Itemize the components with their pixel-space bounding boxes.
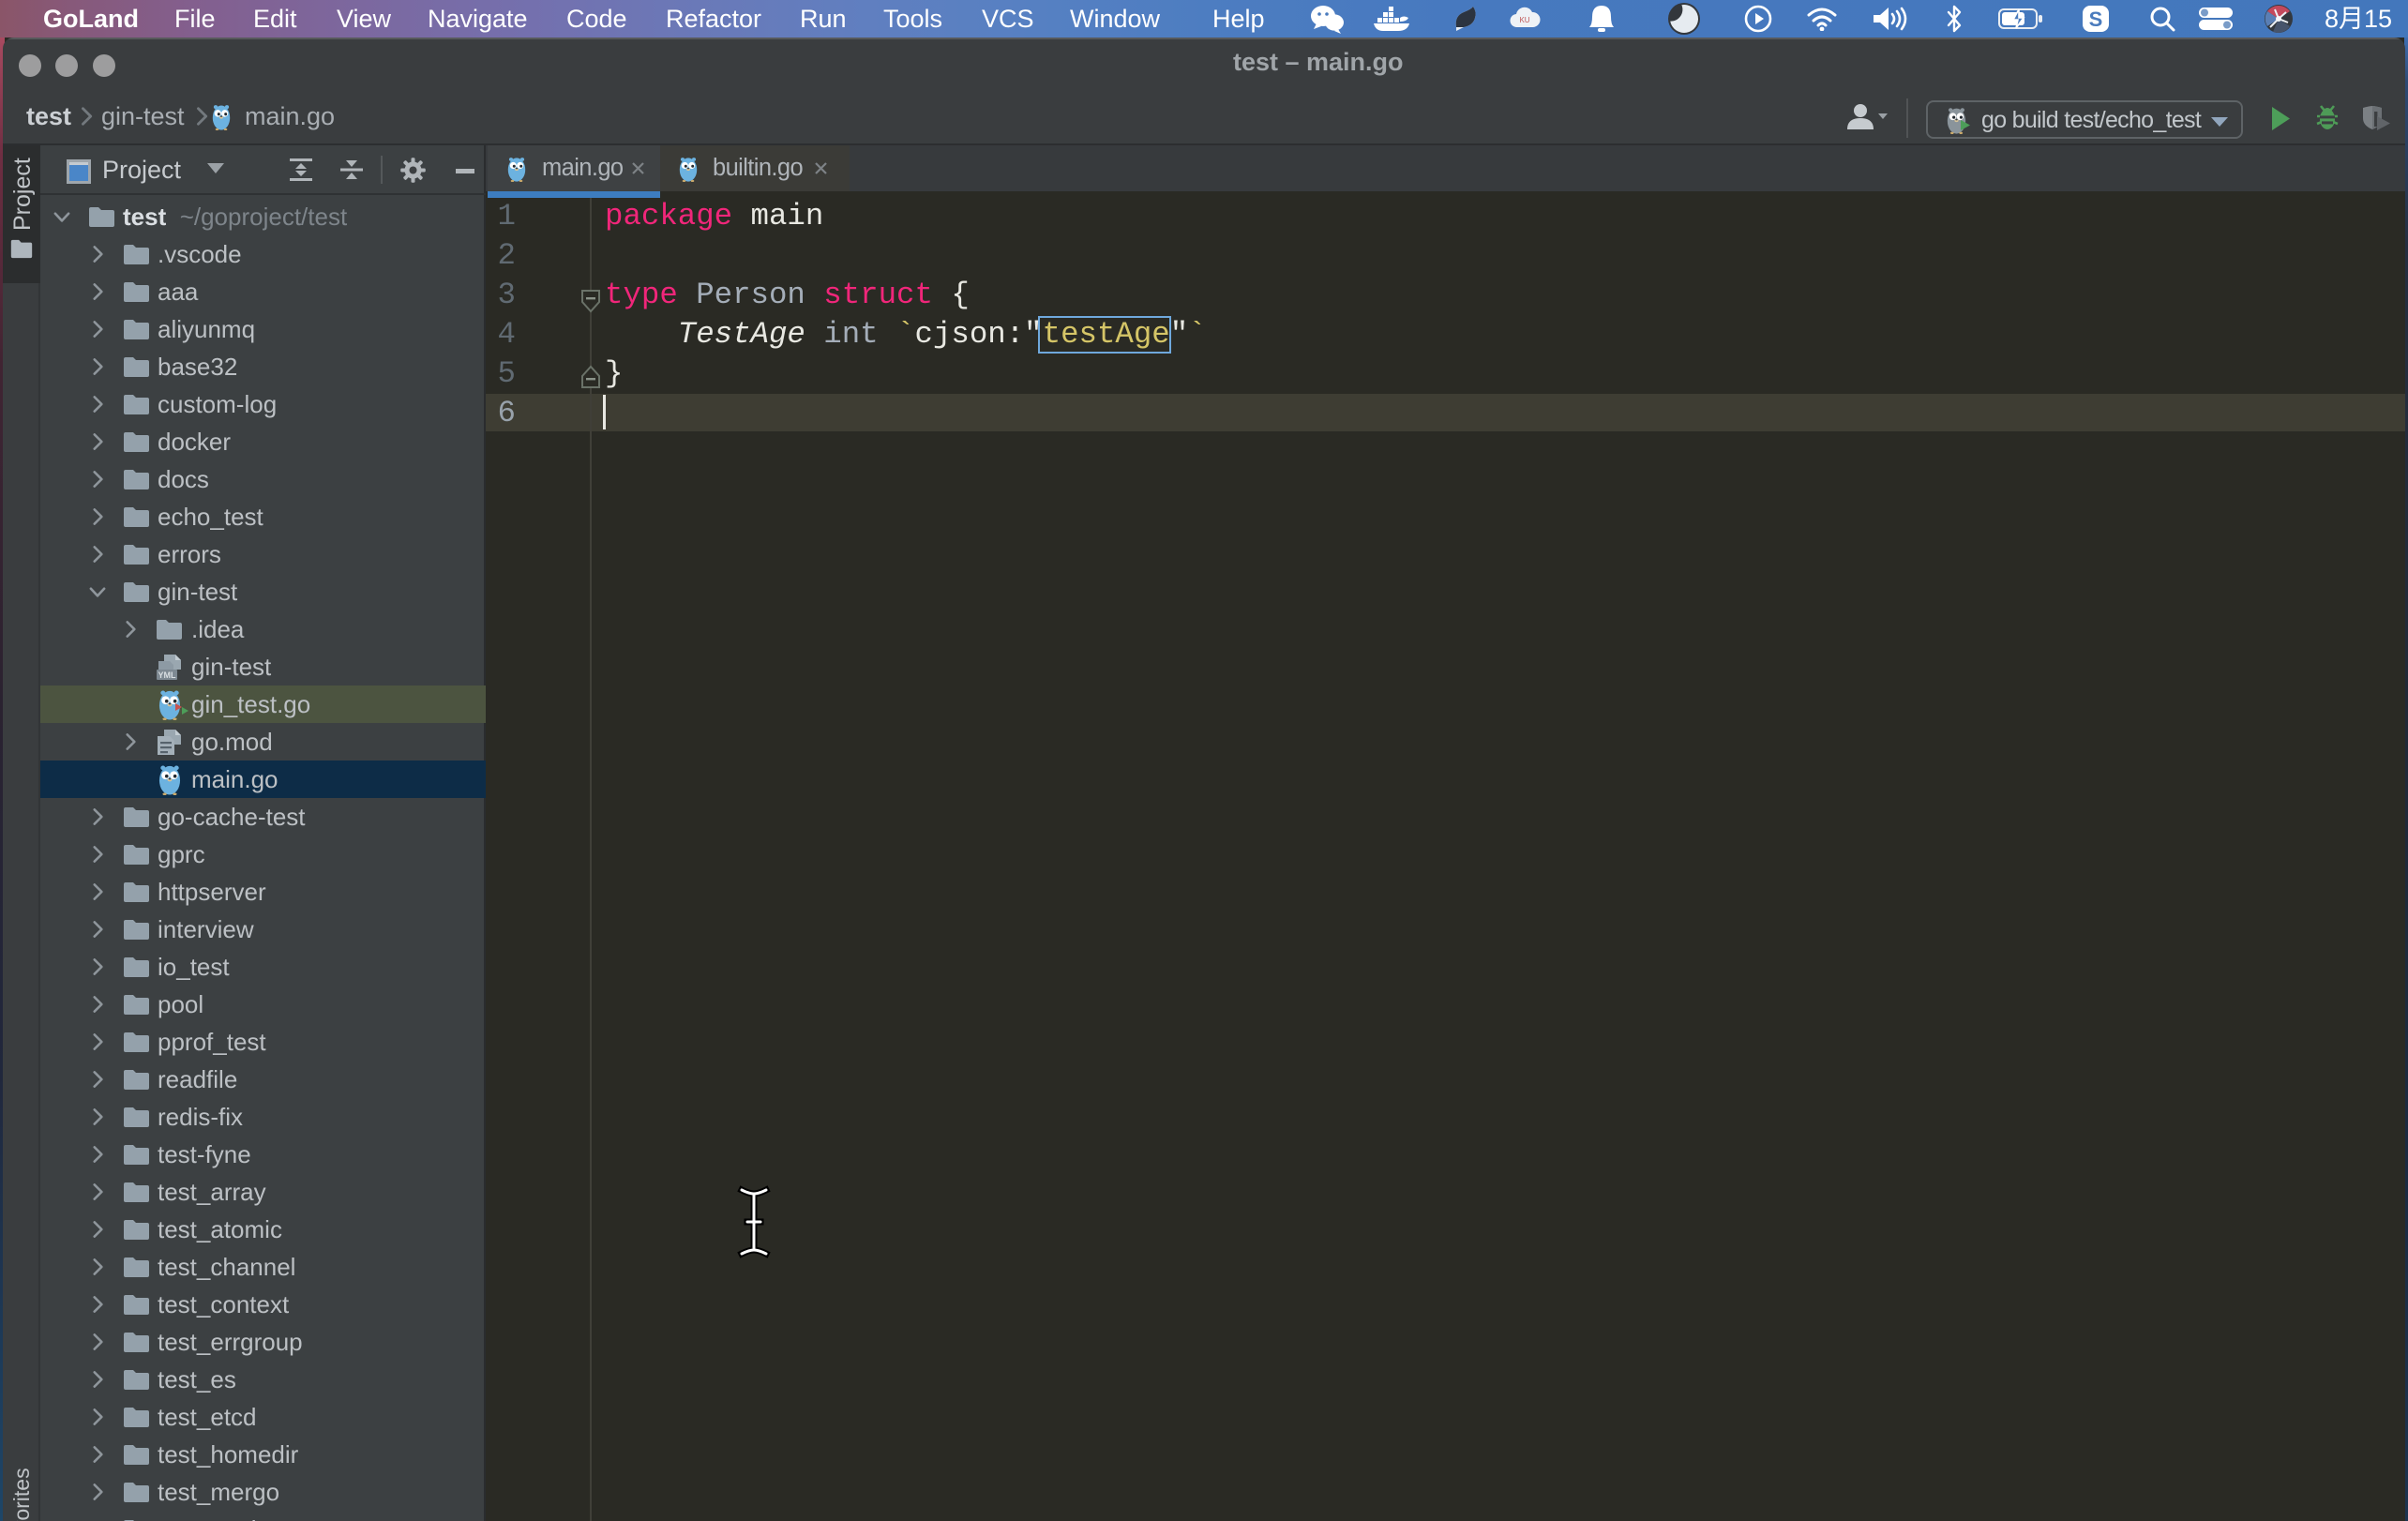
svg-text:KU: KU — [1519, 16, 1529, 24]
svg-text:S: S — [2089, 8, 2103, 31]
svg-text:YML: YML — [158, 670, 177, 680]
